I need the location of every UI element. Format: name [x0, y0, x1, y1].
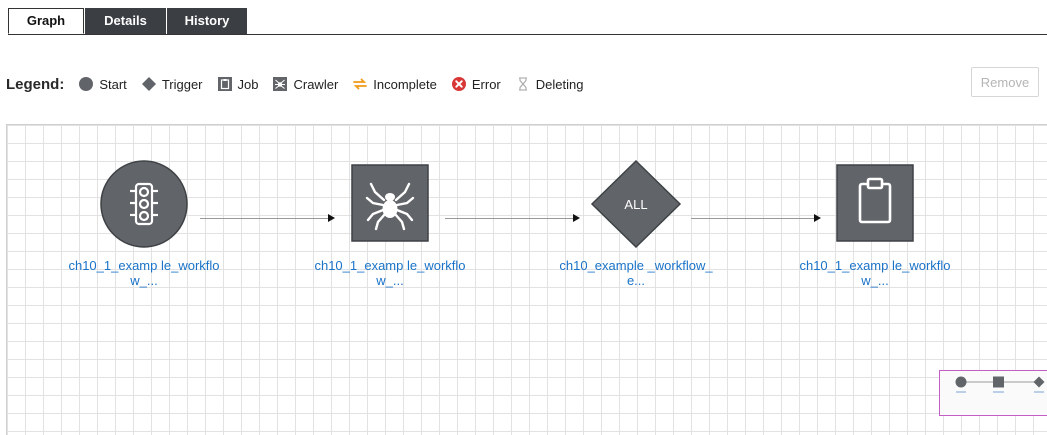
legend-label: Deleting [535, 76, 584, 92]
incomplete-icon [353, 78, 368, 90]
node-label[interactable]: ch10_1_examp le_workflow_... [795, 258, 955, 288]
remove-button[interactable]: Remove [971, 67, 1039, 97]
legend-item-crawler: Crawler [272, 76, 338, 92]
legend-label: Job [237, 76, 259, 92]
tab-details[interactable]: Details [85, 8, 166, 34]
tab-bar-divider [8, 34, 1047, 35]
spider-icon [273, 77, 288, 91]
workflow-graph-canvas[interactable]: ch10_1_examp le_workflow_... ch10_1_exam… [6, 124, 1047, 435]
circle-icon [79, 77, 94, 91]
legend: Legend: Start Trigger Job Crawler Incomp… [6, 72, 597, 96]
node-label[interactable]: ch10_1_examp le_workflow_... [64, 258, 224, 288]
traffic-light-icon [100, 160, 188, 248]
legend-label: Error [471, 76, 501, 92]
legend-title: Legend: [6, 75, 65, 93]
diamond-icon [141, 77, 156, 91]
legend-item-deleting: Deleting [515, 76, 584, 92]
clipboard-icon [217, 77, 232, 91]
diamond-icon: ALL [590, 160, 682, 248]
legend-label: Trigger [161, 76, 203, 92]
spider-icon [351, 164, 429, 242]
error-icon [451, 77, 466, 91]
legend-item-trigger: Trigger [141, 76, 203, 92]
trigger-condition-text: ALL [624, 197, 647, 212]
graph-node-job[interactable]: ch10_1_examp le_workflow_... [795, 160, 955, 288]
minimap-preview [955, 376, 1045, 393]
graph-node-trigger[interactable]: ALL ch10_example _workflow_e... [556, 160, 716, 288]
tab-bar: Graph Details History [8, 8, 1047, 35]
hourglass-icon [518, 77, 527, 91]
legend-item-job: Job [217, 76, 259, 92]
tab-history[interactable]: History [167, 8, 247, 34]
tab-graph[interactable]: Graph [8, 8, 84, 34]
graph-node-start[interactable]: ch10_1_examp le_workflow_... [64, 160, 224, 288]
legend-label: Crawler [293, 76, 339, 92]
legend-label: Incomplete [373, 76, 437, 92]
legend-item-incomplete: Incomplete [352, 76, 437, 92]
clipboard-icon [836, 164, 914, 242]
graph-node-crawler[interactable]: ch10_1_examp le_workflow_... [310, 160, 470, 288]
legend-item-error: Error [451, 76, 501, 92]
node-label[interactable]: ch10_1_examp le_workflow_... [310, 258, 470, 288]
node-label[interactable]: ch10_example _workflow_e... [556, 258, 716, 288]
legend-item-start: Start [78, 76, 127, 92]
graph-minimap[interactable] [939, 370, 1047, 416]
legend-label: Start [99, 76, 127, 92]
